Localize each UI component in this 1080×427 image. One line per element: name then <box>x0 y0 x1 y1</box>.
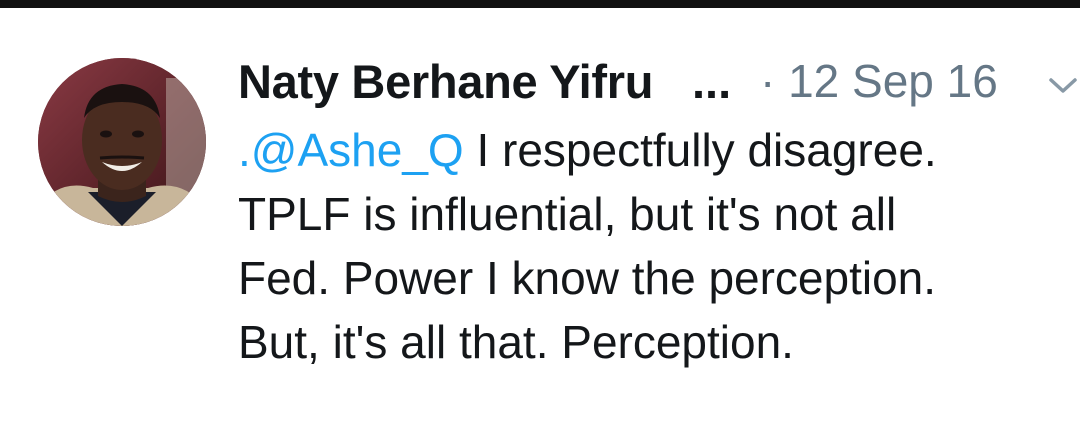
tweet-text-line: Fed. Power I know the perception. <box>238 252 937 304</box>
tweet-timestamp[interactable]: · 12 Sep 16 <box>760 54 998 108</box>
top-divider-bar <box>0 0 1080 8</box>
tweet-text-line: .@Ashe_Q I respectfully disagree. <box>238 118 1058 182</box>
tweet-card[interactable]: Naty Berhane Yifru ... · 12 Sep 16 .@Ash… <box>0 8 1080 427</box>
author-display-name[interactable]: Naty Berhane Yifru <box>238 54 653 109</box>
name-truncation-ellipsis: ... <box>692 55 732 108</box>
tweet-text-line: But, it's all that. Perception. <box>238 316 794 368</box>
chevron-down-icon[interactable] <box>1046 74 1080 98</box>
tweet-header: Naty Berhane Yifru ... · 12 Sep 16 <box>238 48 1080 118</box>
author-avatar[interactable] <box>38 58 206 226</box>
tweet-text-segment: I respectfully disagree. <box>463 124 937 176</box>
tweet-text-line: TPLF is influential, but it's not all <box>238 188 897 240</box>
avatar-photo <box>38 58 206 226</box>
mention-link[interactable]: .@Ashe_Q <box>238 124 464 176</box>
tweet-text: .@Ashe_Q I respectfully disagree. TPLF i… <box>238 118 1058 374</box>
